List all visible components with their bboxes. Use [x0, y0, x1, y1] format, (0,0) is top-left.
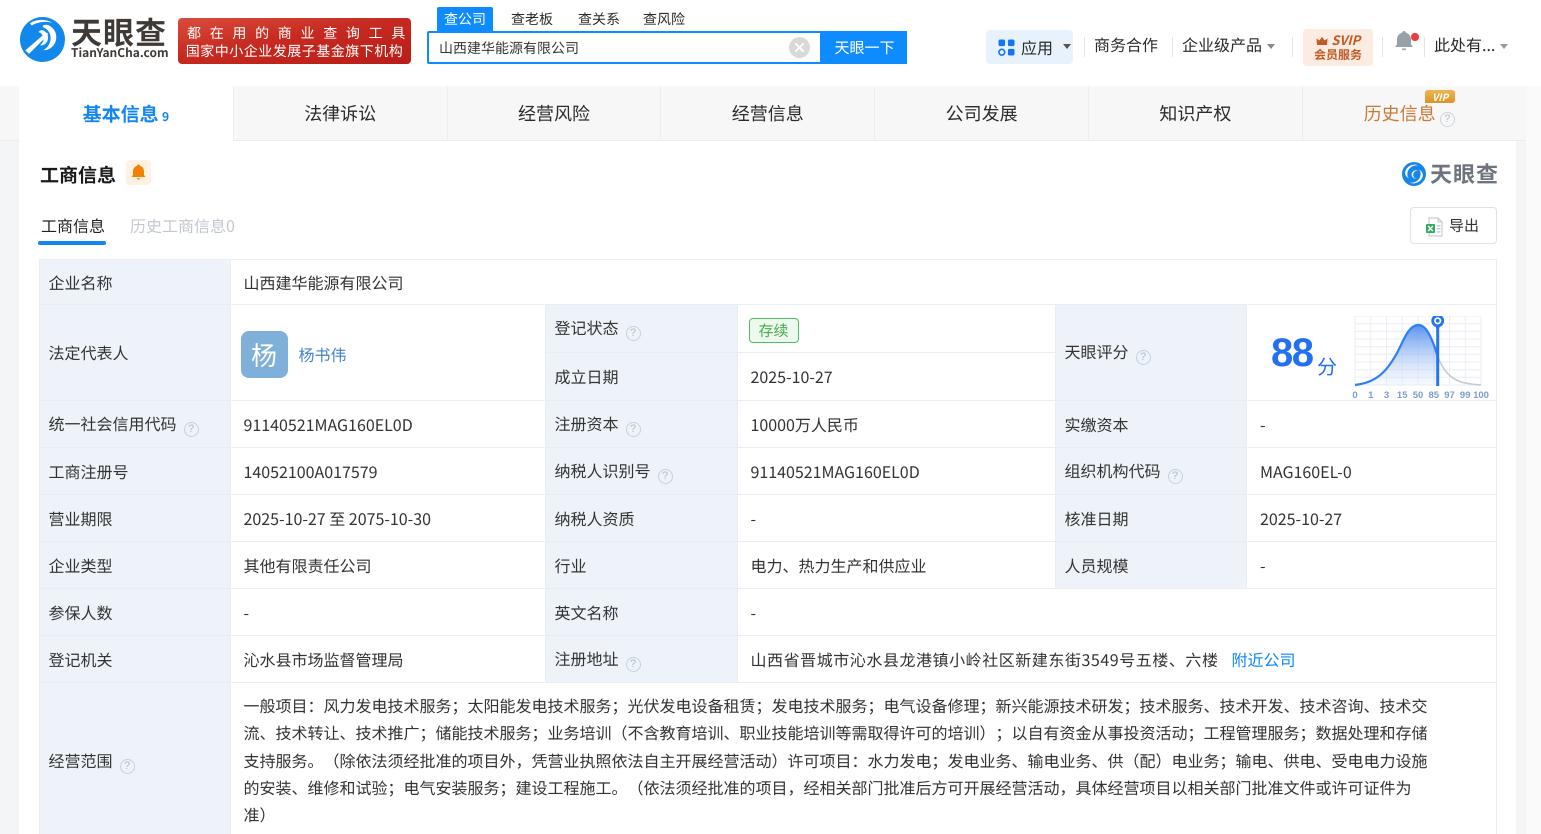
svg-text:3: 3: [1384, 390, 1389, 401]
svg-text:97: 97: [1444, 390, 1455, 401]
svg-text:85: 85: [1429, 390, 1440, 401]
svg-text:50: 50: [1413, 390, 1424, 401]
svg-text:100: 100: [1473, 390, 1489, 401]
svg-text:1: 1: [1368, 390, 1374, 401]
svg-text:99: 99: [1460, 390, 1471, 401]
svg-text:0: 0: [1352, 390, 1357, 401]
svg-text:15: 15: [1397, 390, 1408, 401]
